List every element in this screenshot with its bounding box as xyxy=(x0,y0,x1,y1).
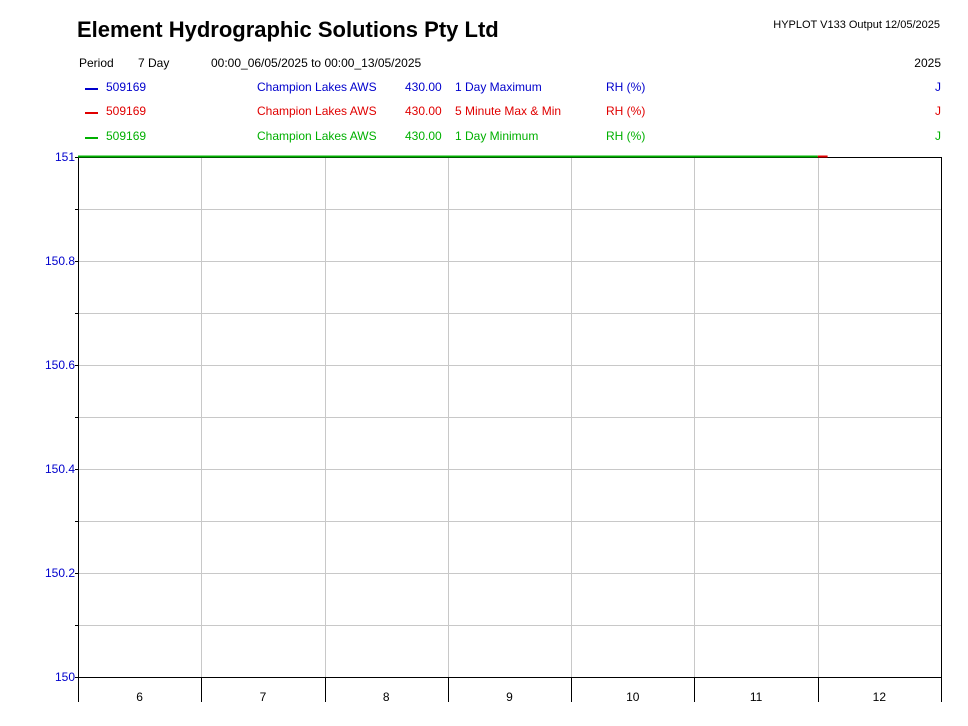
chart-svg: 150 150.2 150.4 150.6 150.8 151 6 7 8 9 10 11 12 xyxy=(45,150,942,704)
y-tick-label: 150 xyxy=(55,670,75,684)
x-tick-label: 11 xyxy=(750,690,763,704)
y-tick-label: 150.4 xyxy=(45,462,75,476)
x-tick-label: 10 xyxy=(626,690,640,704)
x-tick-label: 12 xyxy=(873,690,887,704)
x-tick-label: 7 xyxy=(260,690,267,704)
x-tick-label: 8 xyxy=(383,690,390,704)
x-tick-label: 6 xyxy=(136,690,143,704)
y-tick-label: 150.8 xyxy=(45,254,75,268)
y-tick-label: 150.2 xyxy=(45,566,75,580)
y-tick-label: 150.6 xyxy=(45,358,75,372)
x-tick-label: 9 xyxy=(506,690,513,704)
y-tick-label: 151 xyxy=(55,150,75,164)
